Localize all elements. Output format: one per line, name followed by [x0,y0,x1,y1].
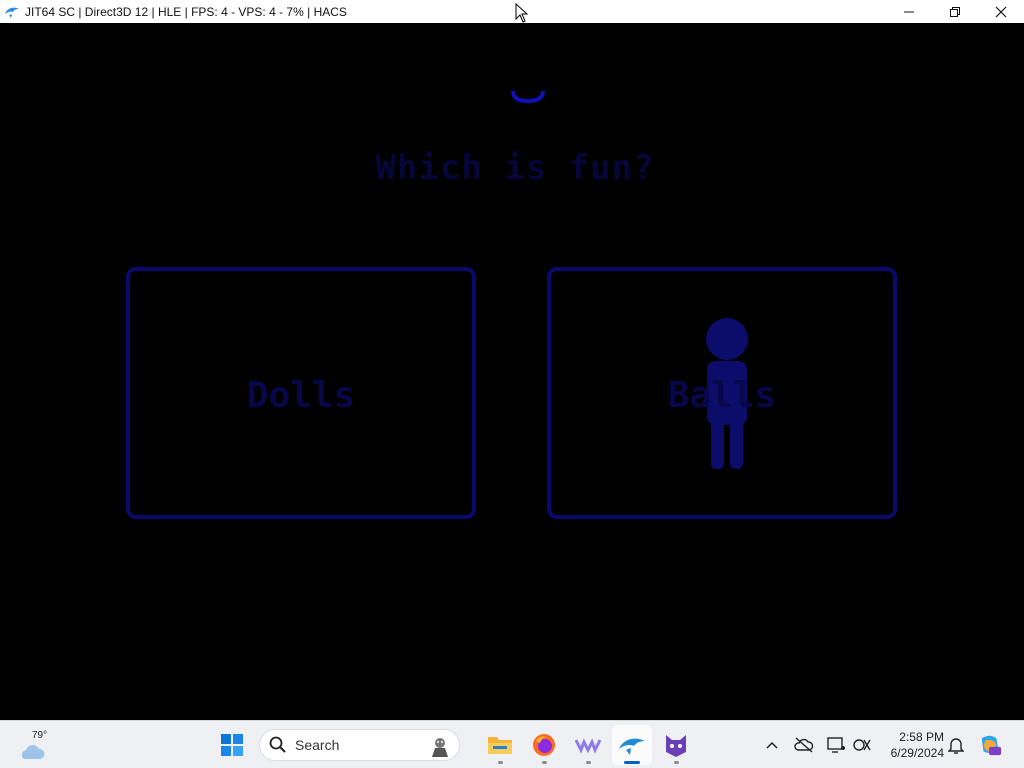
restore-button[interactable] [932,0,978,23]
bell-icon [948,738,964,754]
taskbar-clock[interactable]: 2:58 PM 6/29/2024 [880,729,944,761]
running-indicator [586,761,591,764]
cloud-off-icon [794,737,814,753]
choice-balls-button[interactable]: Balls [547,267,897,519]
taskbar-file-explorer[interactable] [480,725,520,765]
purple-app-icon [575,738,601,754]
cat-app-icon [666,735,686,757]
choice-balls-label: Balls [667,375,777,416]
taskbar-app-purple[interactable] [568,725,608,765]
display-icon [827,737,845,753]
copilot-icon [981,735,1002,756]
dolphin-icon [619,738,645,755]
cloud-icon [21,745,45,759]
search-placeholder: Search [295,737,340,753]
display-status[interactable] [824,733,848,757]
search-highlight-icon [432,738,448,757]
weather-widget[interactable]: 79° [16,727,56,763]
start-button[interactable] [212,725,252,765]
taskbar-dolphin-emulator[interactable] [612,725,652,765]
taskbar-app-cat[interactable] [656,725,696,765]
folder-icon [488,737,512,754]
restore-icon [950,6,960,17]
clock-time: 2:58 PM [899,730,944,744]
weather-temp: 79° [32,730,48,741]
onedrive-status[interactable] [792,733,816,757]
choice-dolls-label: Dolls [246,375,356,416]
show-hidden-icons-button[interactable] [760,733,784,757]
close-icon [995,6,1007,17]
close-button[interactable] [978,0,1024,23]
mouse-cursor-icon [515,3,529,23]
chevron-up-icon [766,741,778,749]
window-titlebar[interactable]: JIT64 SC | Direct3D 12 | HLE | FPS: 4 - … [0,0,1024,23]
taskbar-search-box[interactable]: Search [259,729,460,761]
clock-date: 6/29/2024 [890,746,944,760]
minimize-button[interactable] [886,0,932,23]
active-indicator [624,761,640,764]
question-heading: Which is fun? [375,148,655,188]
loading-arc-icon [511,90,545,104]
running-indicator [498,761,503,764]
running-indicator [542,761,547,764]
firefox-icon [533,734,555,756]
network-status[interactable] [850,733,874,757]
minimize-icon [904,11,914,12]
notifications-button[interactable] [944,733,968,757]
running-indicator [674,761,679,764]
dolphin-icon [5,7,19,18]
choice-dolls-button[interactable]: Dolls [126,267,476,519]
taskbar: 79° Search 2:58 PM 6/29/2024 [0,720,1024,768]
taskbar-firefox[interactable] [524,725,564,765]
copilot-button[interactable] [978,733,1002,757]
window-controls [886,0,1024,23]
network-off-icon [853,739,871,751]
window-title: JIT64 SC | Direct3D 12 | HLE | FPS: 4 - … [25,4,347,19]
search-icon [269,736,286,753]
game-viewport[interactable]: Which is fun? Dolls Balls [0,23,1024,720]
windows-logo-icon [221,734,243,756]
